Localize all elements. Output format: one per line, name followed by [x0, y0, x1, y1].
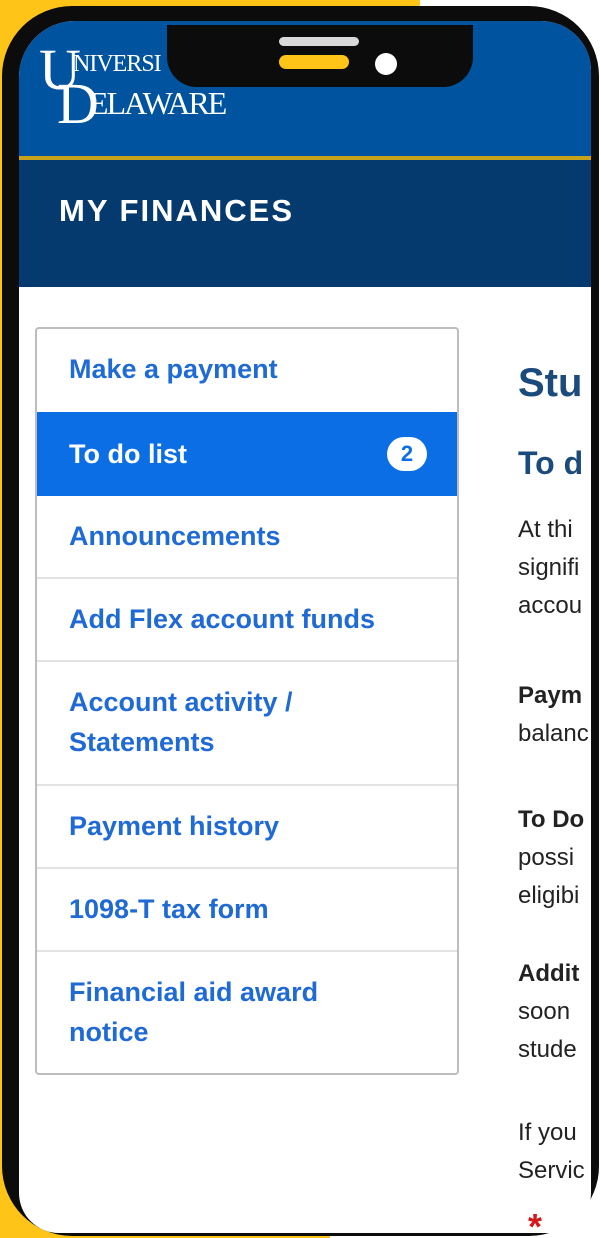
- text-bold: Paym: [518, 682, 583, 709]
- sensor-icon: [279, 55, 349, 69]
- text-line: stude: [518, 1036, 577, 1063]
- paragraph-contact: If you Servic: [518, 1114, 585, 1190]
- sidebar-item-label-line2: Statements: [69, 727, 215, 757]
- sidebar-item-label: Make a payment: [69, 354, 278, 384]
- paragraph-additional: Addit soon stude: [518, 955, 579, 1069]
- paragraph-payments: Paym balanc: [518, 677, 589, 753]
- page-title: MY FINANCES: [59, 193, 295, 228]
- text-line: eligibi: [518, 882, 580, 909]
- logo-text-line2: ELAWARE: [89, 85, 227, 121]
- text-bold: Addit: [518, 960, 580, 987]
- text-line: signifi: [518, 554, 580, 581]
- content-heading: Stu: [518, 361, 583, 405]
- phone-screen: U NIVERSI D ELAWARE MY FINANCES Make a p…: [19, 21, 591, 1233]
- text-line: If you: [518, 1119, 577, 1146]
- required-asterisk: *: [528, 1206, 543, 1233]
- sidebar-item-announcements[interactable]: Announcements: [37, 496, 457, 579]
- sidebar-item-label-line1: Account activity /: [69, 687, 293, 717]
- sidebar-item-label: Add Flex account funds: [69, 604, 376, 634]
- sidebar-item-label-line2: notice: [69, 1017, 149, 1047]
- camera-icon: [375, 53, 397, 75]
- text-line: possi: [518, 844, 575, 871]
- content-subheading: To d: [518, 445, 584, 481]
- phone-notch: [167, 25, 473, 87]
- sidebar-menu: Make a payment To do list 2 Announcement…: [35, 327, 459, 1075]
- sidebar-item-label: To do list: [69, 439, 187, 469]
- phone-frame: U NIVERSI D ELAWARE MY FINANCES Make a p…: [2, 6, 599, 1236]
- sidebar-item-to-do-list[interactable]: To do list 2: [37, 412, 457, 496]
- sidebar-item-add-flex-funds[interactable]: Add Flex account funds: [37, 579, 457, 662]
- text-bold: To Do: [518, 806, 585, 833]
- text-line: At thi: [518, 516, 573, 543]
- text-line: balanc: [518, 720, 589, 747]
- speaker-icon: [279, 37, 359, 46]
- text-line: accou: [518, 592, 583, 619]
- paragraph-to-do: To Do possi eligibi: [518, 801, 584, 915]
- text-line: soon: [518, 998, 571, 1025]
- paragraph-intro: At thi signifi accou: [518, 511, 582, 625]
- sidebar-item-account-activity[interactable]: Account activity / Statements: [37, 662, 457, 786]
- sidebar-item-label-line1: Financial aid award: [69, 977, 319, 1007]
- sidebar-item-label: 1098-T tax form: [69, 894, 269, 924]
- text-line: Servic: [518, 1157, 585, 1184]
- count-badge: 2: [387, 437, 427, 471]
- sidebar-item-label: Payment history: [69, 811, 280, 841]
- sidebar-item-financial-aid-notice[interactable]: Financial aid award notice: [37, 952, 457, 1073]
- sidebar-item-label: Announcements: [69, 521, 281, 551]
- sidebar-item-payment-history[interactable]: Payment history: [37, 786, 457, 869]
- sidebar-item-1098t-tax-form[interactable]: 1098-T tax form: [37, 869, 457, 952]
- sidebar-item-make-payment[interactable]: Make a payment: [37, 329, 457, 414]
